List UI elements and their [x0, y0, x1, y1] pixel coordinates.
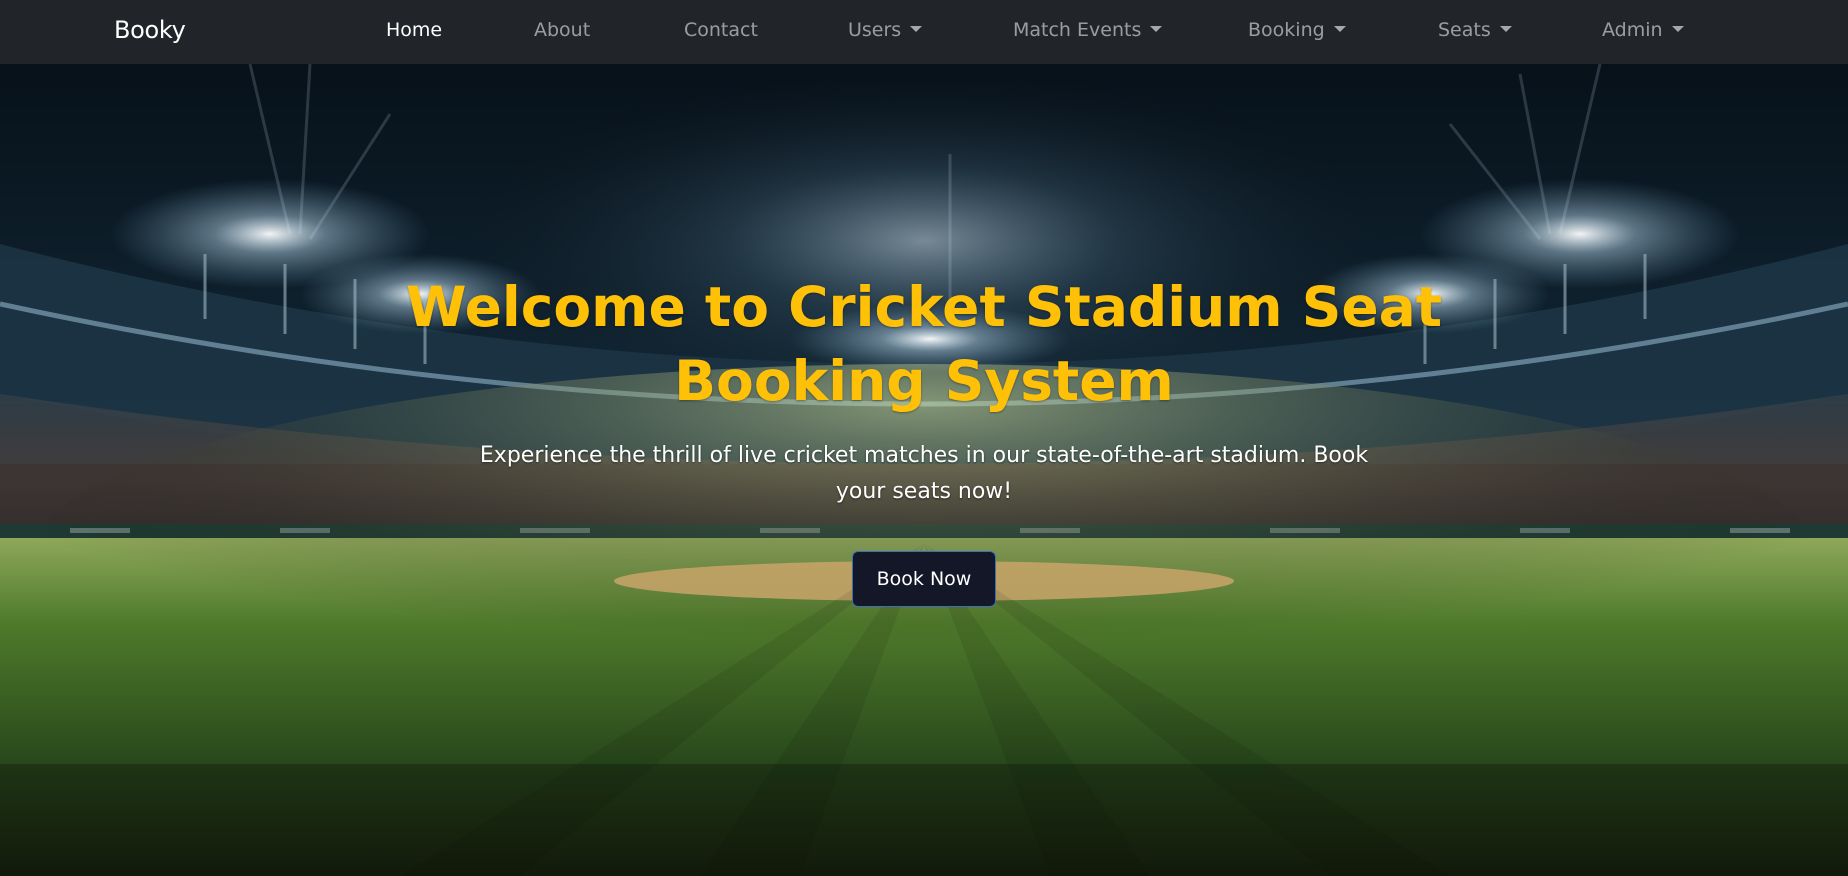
caret-down-icon: [910, 26, 923, 32]
hero-title: Welcome to Cricket Stadium Seat Booking …: [405, 275, 1443, 413]
nav-users-label: Users: [848, 19, 902, 41]
nav-seats-dropdown[interactable]: Seats: [1438, 18, 1512, 42]
nav-contact-label: Contact: [684, 19, 758, 41]
nav-contact[interactable]: Contact: [684, 18, 758, 42]
nav-admin-dropdown[interactable]: Admin: [1602, 18, 1684, 42]
nav-users-dropdown[interactable]: Users: [848, 18, 923, 42]
nav-seats-label: Seats: [1438, 19, 1491, 41]
nav-match-events-label: Match Events: [1013, 19, 1142, 41]
caret-down-icon: [1671, 26, 1684, 32]
nav-admin-label: Admin: [1602, 19, 1663, 41]
nav-booking-label: Booking: [1248, 19, 1325, 41]
nav-home[interactable]: Home: [386, 18, 442, 42]
caret-down-icon: [1499, 26, 1512, 32]
navbar: Booky Home About Contact Users Match Eve…: [0, 0, 1848, 64]
nav-about[interactable]: About: [534, 18, 590, 42]
nav-about-label: About: [534, 19, 591, 41]
nav-booking-dropdown[interactable]: Booking: [1248, 18, 1346, 42]
caret-down-icon: [1333, 26, 1346, 32]
hero-subtitle: Experience the thrill of live cricket ma…: [479, 443, 1369, 504]
nav-match-events-dropdown[interactable]: Match Events: [1013, 18, 1163, 42]
nav-home-label: Home: [386, 19, 443, 41]
caret-down-icon: [1150, 26, 1163, 32]
brand-logo-link[interactable]: Booky: [114, 14, 186, 46]
book-now-button[interactable]: Book Now: [852, 551, 996, 607]
hero-section: Welcome to Cricket Stadium Seat Booking …: [0, 64, 1848, 876]
